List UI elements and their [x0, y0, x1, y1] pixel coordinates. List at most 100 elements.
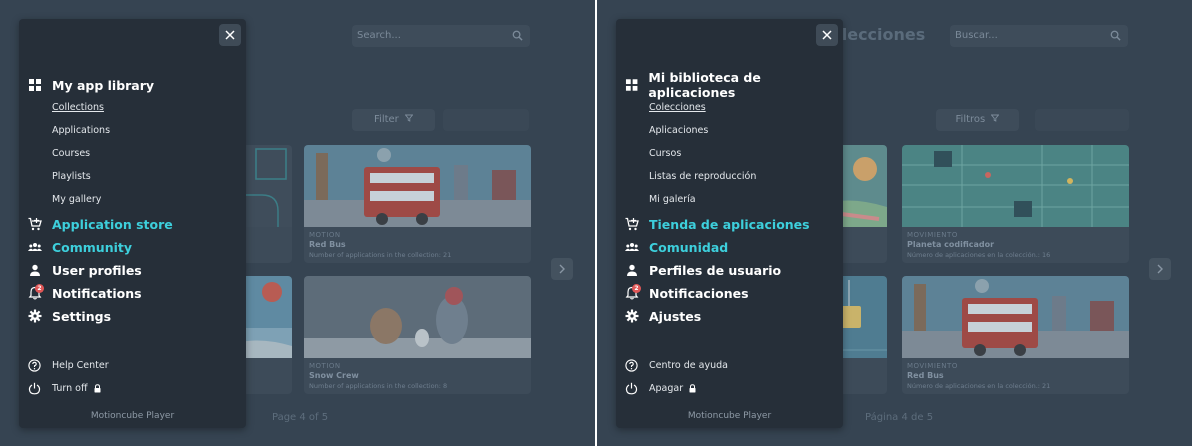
bell-icon: 2 — [625, 284, 641, 300]
nav-turn-off[interactable]: Turn off — [28, 380, 102, 396]
navigation-drawer: Mi biblioteca de aplicaciones Coleccione… — [616, 19, 843, 428]
nav-playlists[interactable]: Playlists — [52, 171, 91, 182]
search-placeholder: Search... — [357, 30, 401, 41]
card-count: Número de aplicaciones en la colección.:… — [907, 382, 1051, 390]
card-title: Snow Crew — [309, 371, 359, 380]
nav-notifications[interactable]: 2 Notifications — [28, 283, 142, 303]
search-input[interactable]: Buscar... — [950, 25, 1128, 47]
person-icon — [30, 264, 40, 276]
nav-label: Settings — [52, 308, 112, 324]
nav-label: Notifications — [52, 285, 142, 301]
close-button[interactable] — [219, 24, 241, 46]
group-icon — [28, 243, 42, 251]
power-icon — [625, 382, 638, 394]
nav-label: Application store — [52, 216, 173, 232]
nav-my-gallery[interactable]: My gallery — [52, 194, 101, 205]
grid-icon — [625, 79, 638, 91]
nav-collections[interactable]: Collections — [52, 102, 104, 113]
screen-spanish: Colecciones Buscar... Filtros MOVIMIENTO… — [597, 0, 1192, 446]
collection-card[interactable]: MOTION Snow Crew Number of applications … — [304, 276, 531, 394]
card-art — [902, 276, 1129, 358]
nav-my-app-library[interactable]: Mi biblioteca de aplicaciones — [625, 70, 843, 100]
lock-icon — [94, 383, 101, 392]
nav-my-app-library[interactable]: My app library — [28, 75, 154, 95]
nav-application-store[interactable]: Tienda de aplicaciones — [625, 214, 810, 234]
nav-help-center[interactable]: Centro de ayuda — [625, 357, 728, 373]
card-art — [304, 276, 531, 358]
card-art — [902, 145, 1129, 227]
nav-label: Notificaciones — [649, 285, 749, 301]
nav-community[interactable]: Comunidad — [625, 237, 728, 257]
nav-courses[interactable]: Cursos — [649, 148, 681, 159]
nav-help-center[interactable]: Help Center — [28, 357, 109, 373]
card-count: Número de aplicaciones en la colección.:… — [907, 251, 1051, 259]
search-icon — [512, 30, 523, 41]
nav-turn-off[interactable]: Apagar — [625, 380, 697, 396]
screen-english: Search... Filter MOTION Red Bus Number o… — [0, 0, 595, 446]
pagination-text: Page 4 of 5 — [272, 412, 329, 423]
bell-icon: 2 — [28, 284, 44, 300]
collection-card[interactable]: MOTION Red Bus Number of applications in… — [304, 145, 531, 263]
nav-label: User profiles — [52, 262, 142, 278]
collection-card[interactable]: MOVIMIENTO Red Bus Número de aplicacione… — [902, 276, 1129, 394]
card-art — [304, 145, 531, 227]
nav-label: Community — [52, 239, 133, 255]
card-category: MOTION — [309, 362, 341, 370]
card-title: Red Bus — [309, 240, 346, 249]
chevron-right-icon — [559, 264, 565, 274]
nav-user-profiles[interactable]: User profiles — [28, 260, 142, 280]
nav-application-store[interactable]: Application store — [28, 214, 173, 234]
nav-applications[interactable]: Aplicaciones — [649, 125, 708, 136]
grid-icon — [29, 79, 41, 91]
nav-label: Centro de ayuda — [649, 359, 728, 371]
cart-icon — [28, 217, 42, 231]
filter-button[interactable]: Filter — [352, 109, 435, 131]
pagination-text: Página 4 de 5 — [865, 412, 934, 423]
nav-user-profiles[interactable]: Perfiles de usuario — [625, 260, 781, 280]
nav-label: Help Center — [52, 359, 109, 371]
nav-notifications[interactable]: 2 Notificaciones — [625, 283, 749, 303]
lock-icon — [689, 383, 696, 392]
nav-label: Comunidad — [649, 239, 729, 255]
close-button[interactable] — [816, 24, 838, 46]
nav-settings[interactable]: Ajustes — [625, 306, 701, 326]
nav-community[interactable]: Community — [28, 237, 132, 257]
nav-my-gallery[interactable]: Mi galería — [649, 194, 696, 205]
person-icon — [627, 264, 637, 276]
search-input[interactable]: Search... — [352, 25, 530, 47]
nav-playlists[interactable]: Listas de reproducción — [649, 171, 756, 182]
cart-icon — [625, 217, 639, 231]
close-icon — [225, 30, 235, 40]
collection-card[interactable]: MOVIMIENTO Planeta codificador Número de… — [902, 145, 1129, 263]
close-icon — [822, 30, 832, 40]
nav-label: Ajustes — [649, 308, 702, 324]
card-category: MOTION — [309, 231, 341, 239]
group-icon — [625, 243, 639, 251]
nav-label: Turn off — [52, 382, 88, 394]
nav-label: Perfiles de usuario — [649, 262, 782, 278]
gear-icon — [625, 309, 639, 323]
nav-collections[interactable]: Colecciones — [649, 102, 706, 113]
search-placeholder: Buscar... — [955, 30, 998, 41]
nav-label: Tienda de aplicaciones — [649, 216, 810, 232]
brand-name: Motioncube Player — [687, 411, 772, 421]
filter-button[interactable]: Filtros — [936, 109, 1019, 131]
nav-label: My app library — [52, 77, 155, 93]
card-title: Red Bus — [907, 371, 944, 380]
sort-select[interactable] — [1035, 109, 1129, 131]
nav-settings[interactable]: Settings — [28, 306, 111, 326]
gear-icon — [28, 309, 42, 323]
nav-label: Mi biblioteca de aplicaciones — [648, 70, 761, 100]
notification-badge: 2 — [632, 284, 641, 293]
filter-icon — [404, 114, 414, 122]
brand-name: Motioncube Player — [90, 411, 175, 421]
help-icon — [28, 358, 41, 372]
card-count: Number of applications in the collection… — [309, 251, 452, 259]
nav-courses[interactable]: Courses — [52, 148, 90, 159]
next-page-button[interactable] — [551, 258, 573, 280]
card-category: MOVIMIENTO — [907, 362, 958, 370]
card-title: Planeta codificador — [907, 240, 995, 249]
sort-select[interactable] — [443, 109, 529, 131]
next-page-button[interactable] — [1149, 258, 1171, 280]
nav-applications[interactable]: Applications — [52, 125, 110, 136]
